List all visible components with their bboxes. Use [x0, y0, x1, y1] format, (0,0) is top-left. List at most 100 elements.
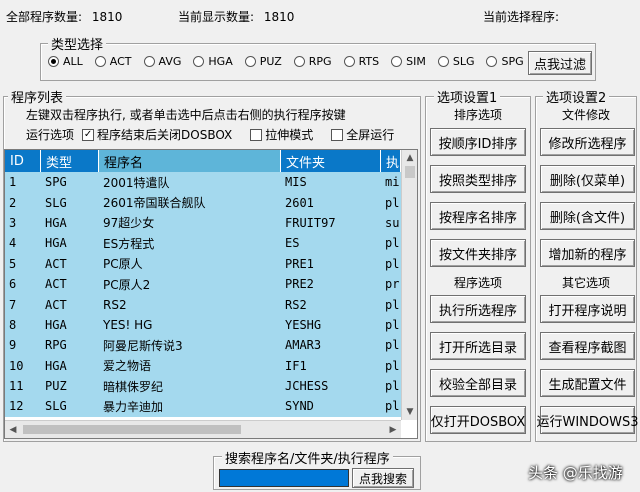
cell-folder: IF1: [285, 358, 307, 373]
vertical-scroll-thumb[interactable]: [405, 166, 415, 178]
filter-button[interactable]: 点我过滤: [528, 51, 592, 75]
cell-folder: AMAR3: [285, 338, 322, 353]
cell-folder: PRE2: [285, 277, 314, 292]
cell-exec: pl: [385, 358, 400, 373]
type-radio-all[interactable]: ALL: [48, 55, 83, 68]
vertical-scrollbar[interactable]: ▲ ▼: [401, 150, 417, 420]
file-modify-heading: 文件修改: [561, 108, 610, 122]
delete-with-files-button[interactable]: 删除(含文件): [540, 202, 635, 230]
cell-exec: pl: [385, 297, 400, 312]
cell-name: 97超少女: [103, 216, 155, 231]
edit-selected-button[interactable]: 修改所选程序: [540, 128, 635, 156]
cell-exec: pl: [385, 399, 400, 414]
search-input[interactable]: [219, 469, 349, 487]
verify-all-button[interactable]: 校验全部目录: [430, 369, 526, 397]
table-row[interactable]: 10 HGA 爱之物语 IF1 pl: [5, 355, 401, 376]
cell-type: ACT: [45, 256, 67, 271]
delete-menu-only-button[interactable]: 删除(仅菜单): [540, 165, 635, 193]
type-radio-avg[interactable]: AVG: [143, 55, 181, 68]
cell-type: HGA: [45, 236, 67, 251]
type-radio-spg[interactable]: SPG: [486, 55, 524, 68]
radio-dot-icon: [143, 56, 155, 67]
cell-name: PC原人2: [103, 277, 151, 292]
type-radio-act[interactable]: ACT: [94, 55, 132, 68]
selected-program-label: 当前选择程序:: [483, 10, 560, 24]
cell-name: ES方程式: [103, 236, 155, 251]
cell-folder: RS2: [285, 297, 307, 312]
cell-folder: YESHG: [285, 317, 322, 332]
run-selected-button[interactable]: 执行所选程序: [430, 295, 526, 323]
cell-exec: pl: [385, 256, 400, 271]
add-program-button[interactable]: 增加新的程序: [540, 239, 635, 267]
cell-exec: pl: [385, 195, 400, 210]
scroll-left-icon[interactable]: ◀: [5, 421, 21, 438]
close-dosbox-checkbox[interactable]: ✓ 程序结束后关闭DOSBOX: [82, 126, 232, 143]
checkbox-empty-icon: [331, 128, 344, 141]
checkbox-empty-icon: [250, 128, 263, 141]
type-radio-rpg[interactable]: RPG: [293, 55, 332, 68]
fullscreen-checkbox[interactable]: 全屏运行: [331, 126, 394, 143]
type-radio-slg[interactable]: SLG: [437, 55, 474, 68]
scroll-up-icon[interactable]: ▲: [402, 150, 417, 166]
table-row[interactable]: 3 HGA 97超少女 FRUIT97 su: [5, 212, 401, 234]
table-row[interactable]: 12 SLG 暴力辛迪加 SYND pl: [5, 396, 401, 417]
cell-id: 3: [9, 215, 17, 230]
cell-id: 5: [9, 256, 17, 271]
other-options-heading: 其它选项: [561, 276, 610, 290]
open-readme-button[interactable]: 打开程序说明: [540, 295, 635, 323]
table-row[interactable]: 8 HGA YES! HG YESHG pl: [5, 314, 401, 336]
type-radio-hga[interactable]: HGA: [193, 55, 233, 68]
type-radio-sim[interactable]: SIM: [391, 55, 426, 68]
sort-by-folder-button[interactable]: 按文件夹排序: [430, 239, 526, 267]
radio-dot-icon: [94, 56, 106, 67]
run-options-label: 运行选项: [26, 128, 75, 142]
view-screenshot-button[interactable]: 查看程序截图: [540, 332, 635, 360]
search-button[interactable]: 点我搜索: [352, 468, 414, 488]
cell-type: HGA: [45, 215, 67, 230]
radio-dot-icon: [391, 56, 403, 67]
radio-dot-icon: [293, 56, 305, 67]
table-row[interactable]: 9 RPG 阿曼尼斯传说3 AMAR3 pl: [5, 335, 401, 356]
cell-exec: pl: [385, 317, 400, 332]
table-row[interactable]: 7 ACT RS2 RS2 pl: [5, 294, 401, 315]
cell-folder: ES: [285, 236, 300, 251]
cell-folder: JCHESS: [285, 379, 329, 394]
table-row[interactable]: 1 SPG 2001特遣队 MIS mi: [5, 172, 401, 193]
cell-exec: su: [385, 215, 400, 230]
type-radio-puz[interactable]: PUZ: [244, 55, 282, 68]
radio-dot-icon: [193, 56, 205, 67]
column-header-exec[interactable]: 执: [381, 150, 401, 172]
horizontal-scroll-thumb[interactable]: [23, 425, 241, 434]
table-row[interactable]: 5 ACT PC原人 PRE1 pl: [5, 253, 401, 274]
horizontal-scrollbar[interactable]: ◀ ▶: [5, 420, 401, 438]
cell-folder: 2601: [285, 195, 314, 210]
sort-by-type-button[interactable]: 按照类型排序: [430, 165, 526, 193]
scroll-down-icon[interactable]: ▼: [402, 404, 417, 420]
type-radio-rts[interactable]: RTS: [343, 55, 379, 68]
generate-config-button[interactable]: 生成配置文件: [540, 369, 635, 397]
column-header-id[interactable]: ID: [5, 150, 41, 172]
cell-type: ACT: [45, 297, 67, 312]
cell-id: 7: [9, 297, 17, 312]
column-header-folder[interactable]: 文件夹: [281, 150, 381, 172]
table-row[interactable]: 6 ACT PC原人2 PRE2 pr: [5, 273, 401, 295]
open-dosbox-button[interactable]: 仅打开DOSBOX: [430, 406, 526, 434]
radio-dot-icon: [486, 56, 498, 67]
run-windows3-button[interactable]: 运行WINDOWS3: [536, 406, 639, 434]
column-header-type[interactable]: 类型: [41, 150, 99, 172]
table-row[interactable]: 2 SLG 2601帝国联合舰队 2601 pl: [5, 192, 401, 213]
type-radio-row: ALL ACT AVG HGA PUZ RPG RTS SIM SLG SPG: [48, 55, 524, 68]
open-directory-button[interactable]: 打开所选目录: [430, 332, 526, 360]
sort-by-name-button[interactable]: 按程序名排序: [430, 202, 526, 230]
cell-id: 1: [9, 175, 17, 190]
column-header-name[interactable]: 程序名: [99, 150, 281, 172]
sort-by-id-button[interactable]: 按顺序ID排序: [430, 128, 526, 156]
table-row[interactable]: 11 PUZ 暗棋侏罗纪 JCHESS pl: [5, 375, 401, 397]
stretch-mode-checkbox[interactable]: 拉伸模式: [250, 126, 313, 143]
cell-name: PC原人: [103, 257, 143, 272]
table-row[interactable]: 4 HGA ES方程式 ES pl: [5, 233, 401, 254]
search-title: 搜索程序名/文件夹/执行程序: [222, 448, 393, 467]
cell-exec: pl: [385, 338, 400, 353]
scroll-right-icon[interactable]: ▶: [385, 421, 401, 438]
program-listview[interactable]: ID 类型 程序名 文件夹 执 1 SPG 2001特遣队 MIS mi 2 SLG 260…: [4, 149, 418, 439]
